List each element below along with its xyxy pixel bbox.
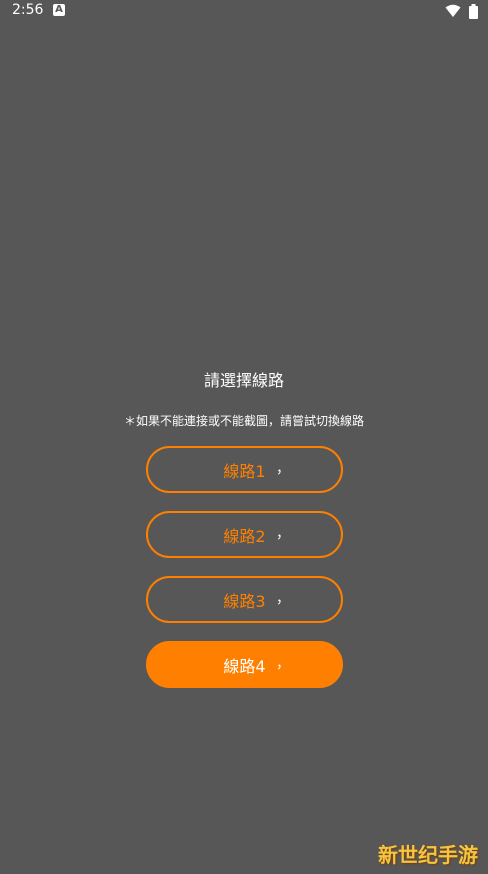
line-1-label: 線路1: [223, 461, 266, 481]
line-1-button[interactable]: 線路1 ，: [146, 446, 343, 493]
line-2-label: 線路2: [223, 526, 266, 546]
battery-icon: [469, 3, 478, 19]
line-4-mark: ，: [276, 656, 290, 672]
status-indicators: [445, 3, 478, 19]
line-2-mark: ，: [276, 526, 290, 542]
watermark-logo: 新世纪手游: [378, 843, 478, 867]
line-4-label: 線路4: [223, 656, 266, 676]
line-3-mark: ，: [276, 591, 290, 607]
wifi-icon: [445, 4, 461, 17]
line-3-label: 線路3: [223, 591, 266, 611]
line-4-button[interactable]: 線路4 ，: [146, 641, 343, 688]
line-1-mark: ，: [276, 461, 290, 477]
line-2-button[interactable]: 線路2 ，: [146, 511, 343, 558]
status-bar: 2:56 A: [0, 0, 488, 22]
app-notification-icon: A: [53, 4, 65, 16]
page-title: 請選擇線路: [203, 371, 284, 390]
hint-text: ＊如果不能連接或不能截圖，請嘗試切換線路: [123, 414, 364, 428]
line-3-button[interactable]: 線路3 ，: [146, 576, 343, 623]
status-time: 2:56: [12, 2, 44, 18]
